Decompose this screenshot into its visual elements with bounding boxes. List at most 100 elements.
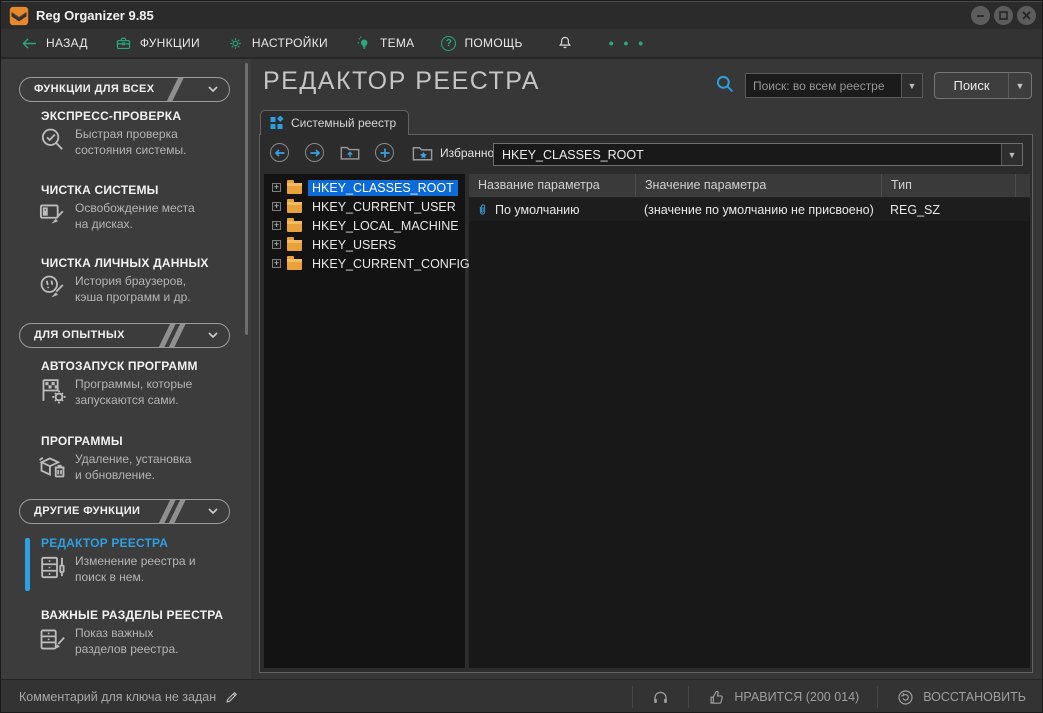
expand-plus-icon[interactable]: + <box>272 221 281 230</box>
combo-arrow-icon[interactable]: ▼ <box>901 74 922 97</box>
nav-forward-button[interactable] <box>305 143 324 162</box>
menu-label: ФУНКЦИИ <box>139 36 200 50</box>
string-value-icon <box>476 202 489 218</box>
menu-label: НАЗАД <box>46 36 88 50</box>
menu-functions[interactable]: ФУНКЦИИ <box>115 35 200 52</box>
sidebar-item-express-check[interactable]: ЭКСПРЕСС-ПРОВЕРКА Быстрая проверка состоя… <box>37 109 239 158</box>
maximize-button[interactable] <box>994 6 1013 25</box>
titlebar: Reg Organizer 9.85 <box>1 1 1042 29</box>
section-header-label: ФУНКЦИИ ДЛЯ ВСЕХ <box>34 83 155 95</box>
registry-tree[interactable]: + HKEY_CLASSES_ROOT + HKEY_CURRENT_USER … <box>264 174 470 668</box>
like-label: НРАВИТСЯ (200 014) <box>734 690 860 704</box>
tree-item[interactable]: + HKEY_USERS <box>264 235 465 254</box>
tree-item-label[interactable]: HKEY_CURRENT_CONFIG <box>308 256 474 272</box>
table-header: Название параметра Значение параметра Ти… <box>469 174 1030 198</box>
edit-comment-pencil-icon[interactable] <box>224 689 240 705</box>
folder-icon <box>287 256 302 270</box>
sidebar-item-registry-sections[interactable]: ВАЖНЫЕ РАЗДЕЛЫ РЕЕСТРА Показ важных разде… <box>37 608 239 657</box>
column-header-type[interactable]: Тип <box>881 174 1015 197</box>
folder-icon <box>287 199 302 213</box>
active-item-indicator <box>25 538 30 591</box>
tree-item[interactable]: + HKEY_LOCAL_MACHINE <box>264 216 465 235</box>
sidebar-item-programs[interactable]: ПРОГРАММЫ Удаление, установка и обновлени… <box>37 434 239 483</box>
item-desc: Показ важных разделов реестра. <box>75 626 179 656</box>
address-dropdown-icon[interactable]: ▼ <box>1001 144 1022 165</box>
search-button-label: Поиск <box>953 78 990 93</box>
favorites-label[interactable]: Избранное <box>440 146 501 160</box>
search-button[interactable]: Поиск ▼ <box>934 72 1032 99</box>
favorites-button[interactable] <box>411 142 434 165</box>
autorun-icon <box>37 375 68 406</box>
item-title: РЕДАКТОР РЕЕСТРА <box>41 536 169 550</box>
expand-plus-icon[interactable]: + <box>272 259 281 268</box>
programs-icon <box>37 450 68 481</box>
search-scope-combobox[interactable]: Поиск: во всем реестре ▼ <box>745 73 923 98</box>
page-title: РЕДАКТОР РЕЕСТРА <box>263 67 540 95</box>
sidebar-section-advanced[interactable]: ДЛЯ ОПЫТНЫХ <box>19 323 230 348</box>
support-button[interactable] <box>633 680 688 712</box>
system-cleanup-icon <box>37 199 68 230</box>
tab-system-registry[interactable]: Системный реестр <box>260 110 410 135</box>
menu-label: ПОМОЩЬ <box>464 36 523 50</box>
tree-item[interactable]: + HKEY_CLASSES_ROOT <box>264 178 465 197</box>
column-header-name[interactable]: Название параметра <box>469 174 635 197</box>
parent-key-button[interactable] <box>339 142 361 164</box>
sidebar-item-registry-editor[interactable]: РЕДАКТОР РЕЕСТРА Изменение реестра и поис… <box>37 536 239 585</box>
chevron-down-icon <box>208 508 218 515</box>
chevron-down-icon <box>208 332 218 339</box>
column-header-spacer <box>1015 174 1030 197</box>
private-data-icon <box>37 272 68 303</box>
restore-label: ВОССТАНОВИТЬ <box>923 690 1026 704</box>
item-title: АВТОЗАПУСК ПРОГРАММ <box>41 359 198 373</box>
expand-plus-icon[interactable]: + <box>272 202 281 211</box>
menu-label: НАСТРОЙКИ <box>251 36 328 50</box>
menu-settings[interactable]: НАСТРОЙКИ <box>227 35 328 52</box>
sidebar-item-private-data[interactable]: ЧИСТКА ЛИЧНЫХ ДАННЫХ История браузеров, к… <box>37 256 239 305</box>
item-title: ЭКСПРЕСС-ПРОВЕРКА <box>41 109 182 123</box>
value-name: По умолчанию <box>495 202 580 217</box>
search-split-arrow-icon[interactable]: ▼ <box>1008 73 1031 98</box>
values-table: Название параметра Значение параметра Ти… <box>469 174 1030 668</box>
item-desc: История браузеров, кэша программ и др. <box>75 274 191 304</box>
address-input[interactable] <box>494 147 1001 162</box>
item-desc: Изменение реестра и поиск в нем. <box>75 554 196 584</box>
sidebar-scrollbar[interactable] <box>245 63 248 335</box>
tree-item-label[interactable]: HKEY_CLASSES_ROOT <box>308 179 458 196</box>
sidebar-section-other-functions[interactable]: ДРУГИЕ ФУНКЦИИ <box>19 499 230 524</box>
menu-help[interactable]: ? ПОМОЩЬ <box>441 35 523 51</box>
sidebar-item-system-cleanup[interactable]: ЧИСТКА СИСТЕМЫ Освобождение места на диск… <box>37 183 239 232</box>
restore-button[interactable]: ВОССТАНОВИТЬ <box>878 680 1042 712</box>
like-button[interactable]: НРАВИТСЯ (200 014) <box>689 680 877 712</box>
value-type: REG_SZ <box>890 202 941 217</box>
table-row[interactable]: По умолчанию (значение по умолчанию не п… <box>469 198 1030 221</box>
notifications-bell-icon[interactable] <box>556 34 574 52</box>
sidebar-item-autorun[interactable]: АВТОЗАПУСК ПРОГРАММ Программы, которые за… <box>37 359 239 408</box>
sidebar: ФУНКЦИИ ДЛЯ ВСЕХ ЭКСПРЕСС-ПРОВЕРКА Быстр… <box>1 59 251 679</box>
stripe-decor <box>165 78 184 101</box>
address-bar[interactable]: ▼ <box>493 143 1023 166</box>
section-header-label: ДРУГИЕ ФУНКЦИИ <box>34 505 141 517</box>
close-button[interactable] <box>1017 6 1036 25</box>
main-content: РЕДАКТОР РЕЕСТРА Поиск: во всем реестре … <box>251 59 1042 679</box>
registry-panel: Избранное ▼ + HKEY_CLASSES_ROOT + HKEY_C… <box>259 134 1033 673</box>
expand-plus-icon[interactable]: + <box>272 183 281 192</box>
tree-item-label[interactable]: HKEY_CURRENT_USER <box>308 199 460 215</box>
value-data: (значение по умолчанию не присвоено) <box>644 202 874 217</box>
minimize-button[interactable] <box>971 6 990 25</box>
menu-theme[interactable]: ТЕМА <box>355 35 415 52</box>
more-menu-button[interactable]: • • • <box>609 35 646 51</box>
column-header-value[interactable]: Значение параметра <box>635 174 881 197</box>
window-title: Reg Organizer 9.85 <box>36 8 154 23</box>
tree-item-label[interactable]: HKEY_USERS <box>308 237 400 253</box>
registry-sections-icon <box>37 624 68 655</box>
tree-item[interactable]: + HKEY_CURRENT_USER <box>264 197 465 216</box>
tree-item[interactable]: + HKEY_CURRENT_CONFIG <box>264 254 470 273</box>
lightbulb-icon <box>355 35 372 52</box>
expand-plus-icon[interactable]: + <box>272 240 281 249</box>
sidebar-section-functions-for-all[interactable]: ФУНКЦИИ ДЛЯ ВСЕХ <box>19 77 230 102</box>
menu-back[interactable]: НАЗАД <box>21 35 88 52</box>
item-title: ПРОГРАММЫ <box>41 434 123 448</box>
tree-item-label[interactable]: HKEY_LOCAL_MACHINE <box>308 218 463 234</box>
nav-back-button[interactable] <box>270 143 289 162</box>
add-key-button[interactable] <box>375 143 394 162</box>
